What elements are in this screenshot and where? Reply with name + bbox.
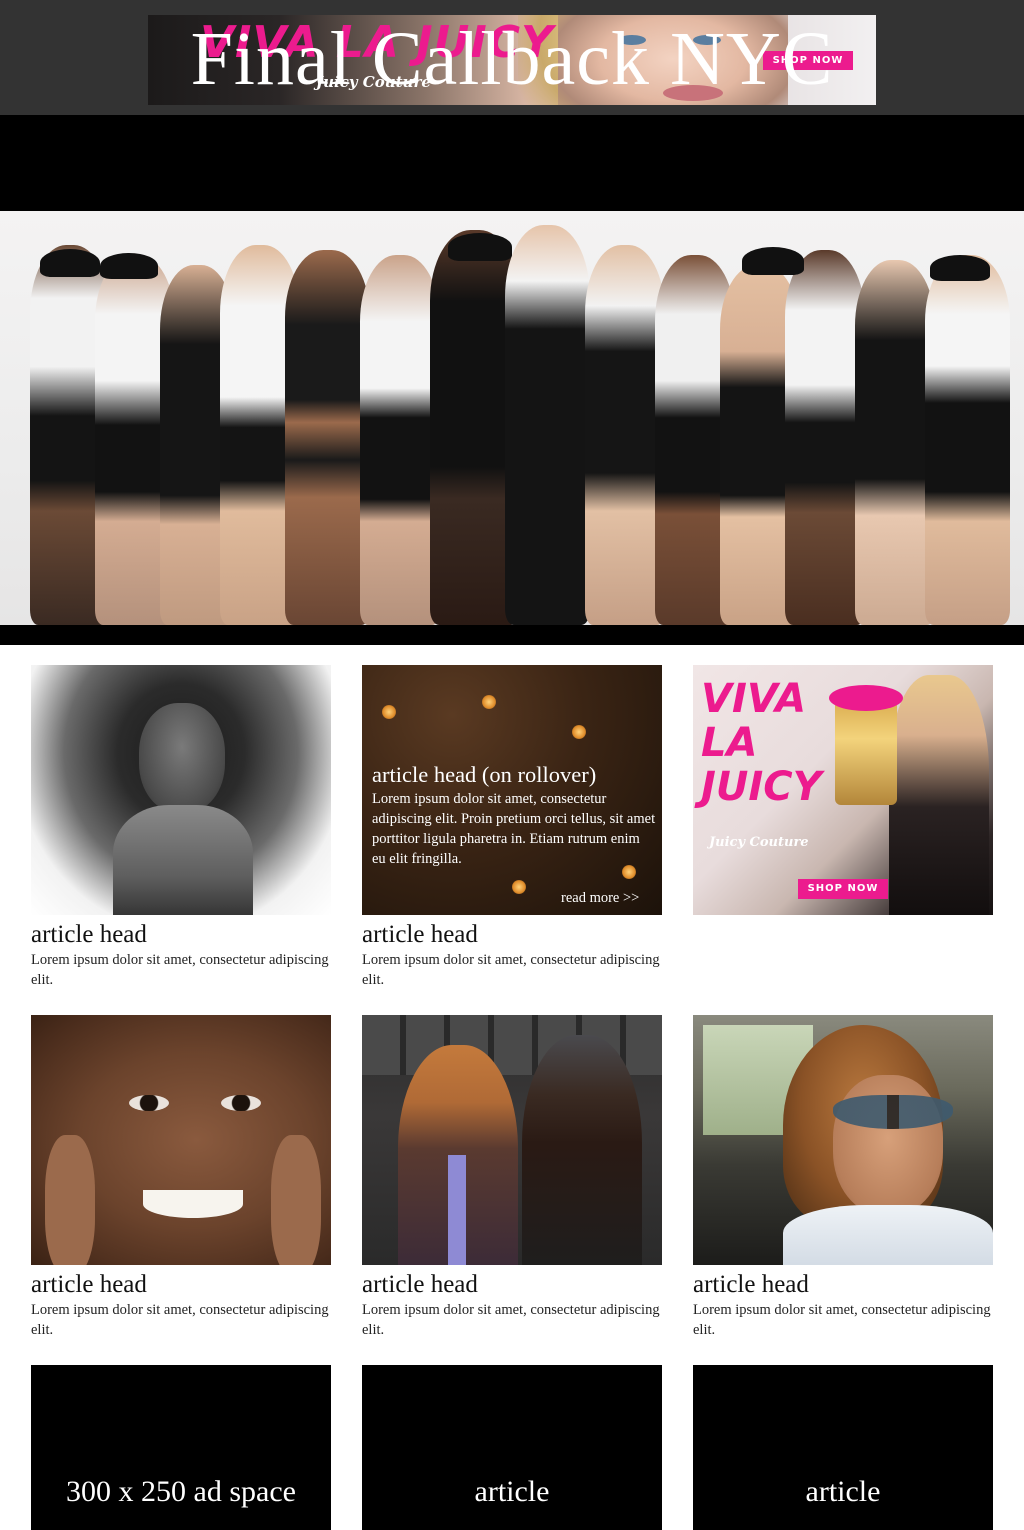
article-summary: Lorem ipsum dolor sit amet, consectetur … [362, 952, 660, 988]
candle-light [512, 880, 526, 894]
portrait-smile [143, 1190, 243, 1218]
model-figure [785, 250, 865, 625]
article-thumbnail[interactable]: article head (on rollover) Lorem ipsum d… [362, 665, 662, 915]
hat-shape [100, 253, 158, 279]
read-more-link[interactable]: read more >> [561, 889, 639, 907]
portrait-hand [271, 1135, 321, 1265]
ad-space-placeholder[interactable]: 300 x 250 ad space [31, 1365, 331, 1530]
model-figure [925, 255, 1010, 625]
article-thumbnail[interactable] [362, 1015, 662, 1265]
article-thumbnail[interactable] [31, 1015, 331, 1265]
portrait-eye [221, 1095, 261, 1111]
model-figure [855, 260, 935, 625]
person-figure [522, 1035, 642, 1265]
model-figure [585, 245, 665, 625]
article-summary: Lorem ipsum dolor sit amet, consectetur … [31, 1302, 329, 1338]
candle-light [482, 695, 496, 709]
article-head[interactable]: article head [31, 1271, 351, 1299]
article-summary: Lorem ipsum dolor sit amet, consectetur … [693, 1302, 991, 1338]
portrait-eye [129, 1095, 169, 1111]
tie-shape [448, 1155, 466, 1265]
sunglasses [833, 1095, 953, 1129]
portrait-body [113, 805, 253, 915]
article-placeholder[interactable]: article [362, 1365, 662, 1530]
side-ad-brand: Juicy Couture [709, 835, 809, 850]
placeholder-label: article [805, 1475, 881, 1508]
person-shirt [783, 1205, 993, 1265]
hat-shape [930, 255, 990, 281]
portrait-face [139, 703, 225, 813]
article-thumbnail[interactable] [31, 665, 331, 915]
juicy-ad-image[interactable]: VIVA LA JUICY Juicy Couture SHOP NOW [693, 665, 993, 915]
model-figure [285, 250, 370, 625]
side-ad-shop-now-button[interactable]: SHOP NOW [798, 879, 888, 899]
placeholder-label: article [474, 1475, 550, 1508]
portrait-hand [45, 1135, 95, 1265]
site-title[interactable]: Final Callback NYC [0, 0, 1024, 118]
rollover-article-head[interactable]: article head (on rollover) [372, 762, 596, 788]
article-summary: Lorem ipsum dolor sit amet, consectetur … [362, 1302, 660, 1338]
rollover-article-text: Lorem ipsum dolor sit amet, consectetur … [372, 791, 656, 867]
perfume-bow [829, 685, 903, 711]
hero-bottom-strip [0, 625, 1024, 645]
article-thumbnail[interactable] [693, 1015, 993, 1265]
hero-image[interactable] [0, 211, 1024, 625]
masthead [0, 115, 1024, 211]
article-head[interactable]: article head [31, 921, 351, 949]
article-head[interactable]: article head [362, 921, 682, 949]
article-head[interactable]: article head [362, 1271, 682, 1299]
article-head[interactable]: article head [693, 1271, 1013, 1299]
candle-light [382, 705, 396, 719]
placeholder-label: 300 x 250 ad space [66, 1475, 296, 1508]
hat-shape [40, 249, 100, 277]
model-figure [505, 225, 590, 625]
article-summary: Lorem ipsum dolor sit amet, consectetur … [31, 952, 329, 988]
article-placeholder[interactable]: article [693, 1365, 993, 1530]
ad-model-figure [889, 675, 989, 915]
hat-shape [448, 233, 512, 261]
model-figure [360, 255, 440, 625]
side-ad-headline: VIVA LA JUICY [701, 676, 822, 810]
candle-light [572, 725, 586, 739]
perfume-bottle [835, 695, 897, 805]
hat-shape [742, 247, 804, 275]
